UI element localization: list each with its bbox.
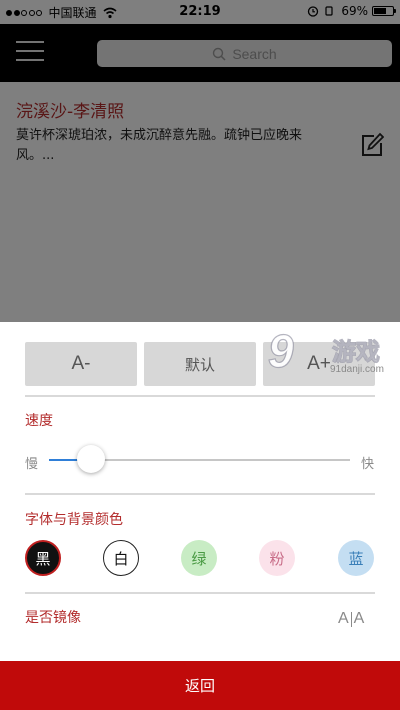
speed-slow-label: 慢 [25, 457, 39, 472]
back-button[interactable]: 返回 [0, 661, 400, 710]
font-decrease-button[interactable]: A- [25, 342, 137, 386]
speed-fast-label: 快 [361, 457, 375, 472]
color-blue-button[interactable]: 蓝 [338, 540, 374, 576]
mirror-toggle-left: A [338, 610, 349, 627]
dim-overlay[interactable] [0, 0, 400, 322]
speed-label: 速度 [25, 413, 53, 429]
reader-settings-sheet: A- 默认 A+ 速度 慢 快 字体与背景颜色 黑 白 绿 粉 蓝 是否镜像 A… [0, 322, 400, 710]
color-label: 字体与背景颜色 [25, 512, 123, 528]
mirror-toggle-divider [350, 611, 352, 627]
watermark-url: 91danji.com [330, 364, 384, 375]
mirror-toggle-right: A [353, 610, 365, 627]
divider [25, 493, 375, 495]
watermark-number: 9 [267, 325, 294, 377]
color-white-button[interactable]: 白 [103, 540, 139, 576]
watermark-text: 游戏 [332, 338, 381, 367]
color-black-button[interactable]: 黑 [25, 540, 61, 576]
watermark-logo: 9 游戏 91danji.com [267, 325, 400, 380]
mirror-label: 是否镜像 [25, 610, 81, 626]
font-default-button[interactable]: 默认 [144, 342, 256, 386]
speed-slider-thumb[interactable] [77, 445, 106, 473]
divider [25, 592, 375, 594]
color-green-button[interactable]: 绿 [181, 540, 217, 576]
divider [25, 395, 375, 397]
color-pink-button[interactable]: 粉 [259, 540, 295, 576]
mirror-toggle[interactable]: A A [338, 610, 374, 628]
